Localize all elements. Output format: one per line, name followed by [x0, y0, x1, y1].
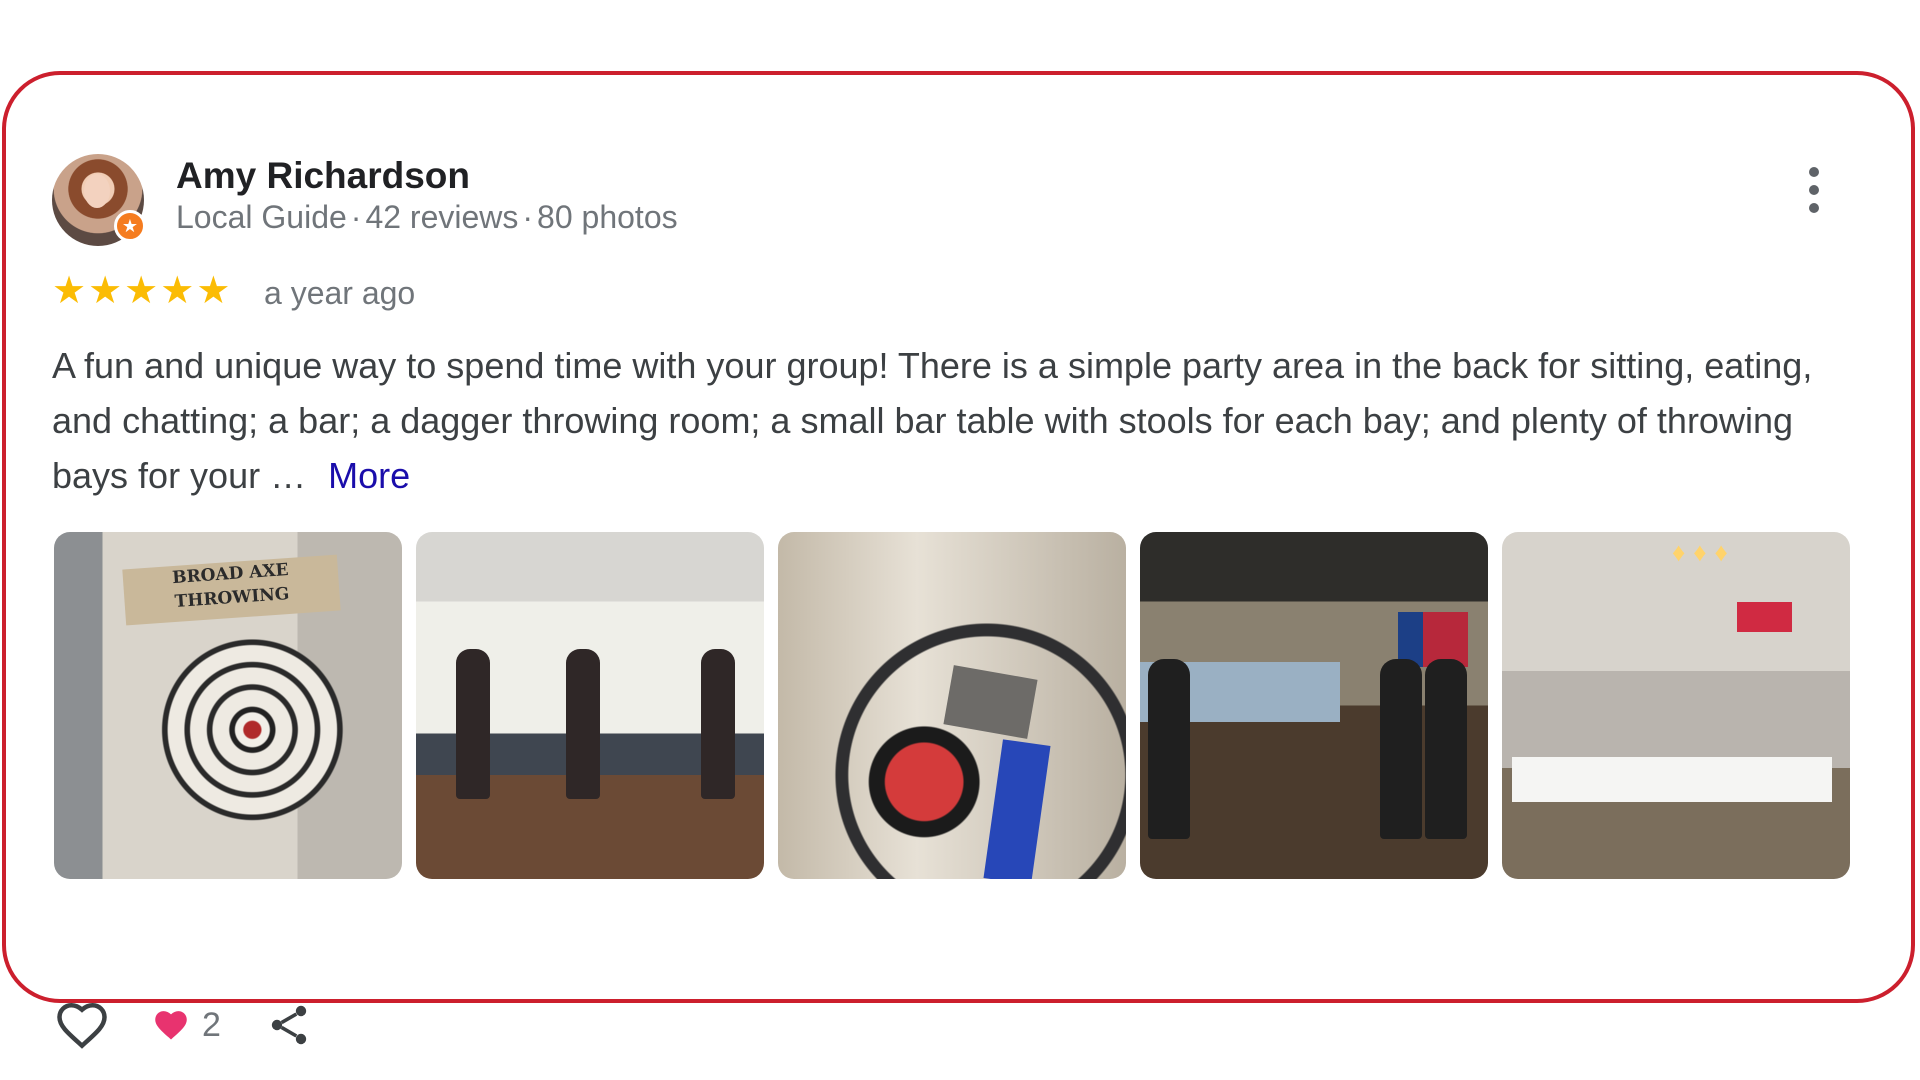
thrower-figure	[701, 649, 735, 799]
review-count: 42 reviews	[365, 199, 519, 235]
review-photo-2[interactable]	[416, 532, 764, 879]
review-age: a year ago	[264, 275, 416, 311]
thrower-figure	[456, 649, 490, 799]
share-icon[interactable]	[265, 999, 313, 1051]
meta-separator: ·	[350, 199, 362, 235]
reviewer-name[interactable]: Amy Richardson	[176, 155, 470, 197]
star-icon: ★	[196, 270, 231, 312]
star-icon: ★	[160, 270, 195, 312]
reviewer-meta: Local Guide · 42 reviews · 80 photos	[176, 199, 678, 236]
star-icon: ★	[124, 270, 159, 312]
axe-handle	[983, 739, 1051, 879]
avatar[interactable]: ★	[52, 154, 146, 246]
star-icon: ★	[88, 270, 123, 312]
person-figure	[1148, 659, 1190, 839]
heart-outline-icon[interactable]	[52, 995, 112, 1055]
review-card: ★ Amy Richardson Local Guide · 42 reviews ·…	[2, 71, 1915, 1049]
person-figure	[1425, 659, 1467, 839]
reaction-count: 2	[202, 1005, 221, 1044]
axe-sign: BROAD AXE THROWING	[122, 554, 341, 626]
person-figure	[1380, 659, 1422, 839]
star-rating: ★ ★ ★ ★ ★	[52, 271, 230, 311]
local-guide-star-icon: ★	[114, 210, 146, 242]
avatar-face	[84, 174, 110, 208]
meta-separator: ·	[522, 199, 534, 235]
more-vert-icon[interactable]	[1802, 167, 1826, 219]
star-icon: ★	[52, 270, 87, 312]
local-guide-label: Local Guide	[176, 199, 347, 235]
review-photo-1[interactable]: BROAD AXE THROWING	[54, 532, 402, 879]
party-table	[1512, 757, 1832, 802]
reaction-summary[interactable]: 2	[150, 1004, 221, 1046]
more-link[interactable]: More	[328, 455, 410, 496]
review-photo-3[interactable]	[778, 532, 1126, 879]
review-text: A fun and unique way to spend time with …	[52, 345, 1813, 496]
tv-screen	[1737, 602, 1792, 632]
photo-count: 80 photos	[537, 199, 678, 235]
thrower-figure	[566, 649, 600, 799]
review-photo-4[interactable]	[1140, 532, 1488, 879]
review-text-block: A fun and unique way to spend time with …	[52, 338, 1852, 503]
chandelier: ♦♦♦	[1672, 537, 1736, 567]
review-actions: 2	[52, 995, 313, 1055]
review-photo-5[interactable]: ♦♦♦	[1502, 532, 1850, 879]
axe-blade	[943, 665, 1038, 739]
photo-strip: BROAD AXE THROWING ♦♦♦	[54, 532, 1850, 879]
heart-filled-icon	[155, 1011, 187, 1040]
